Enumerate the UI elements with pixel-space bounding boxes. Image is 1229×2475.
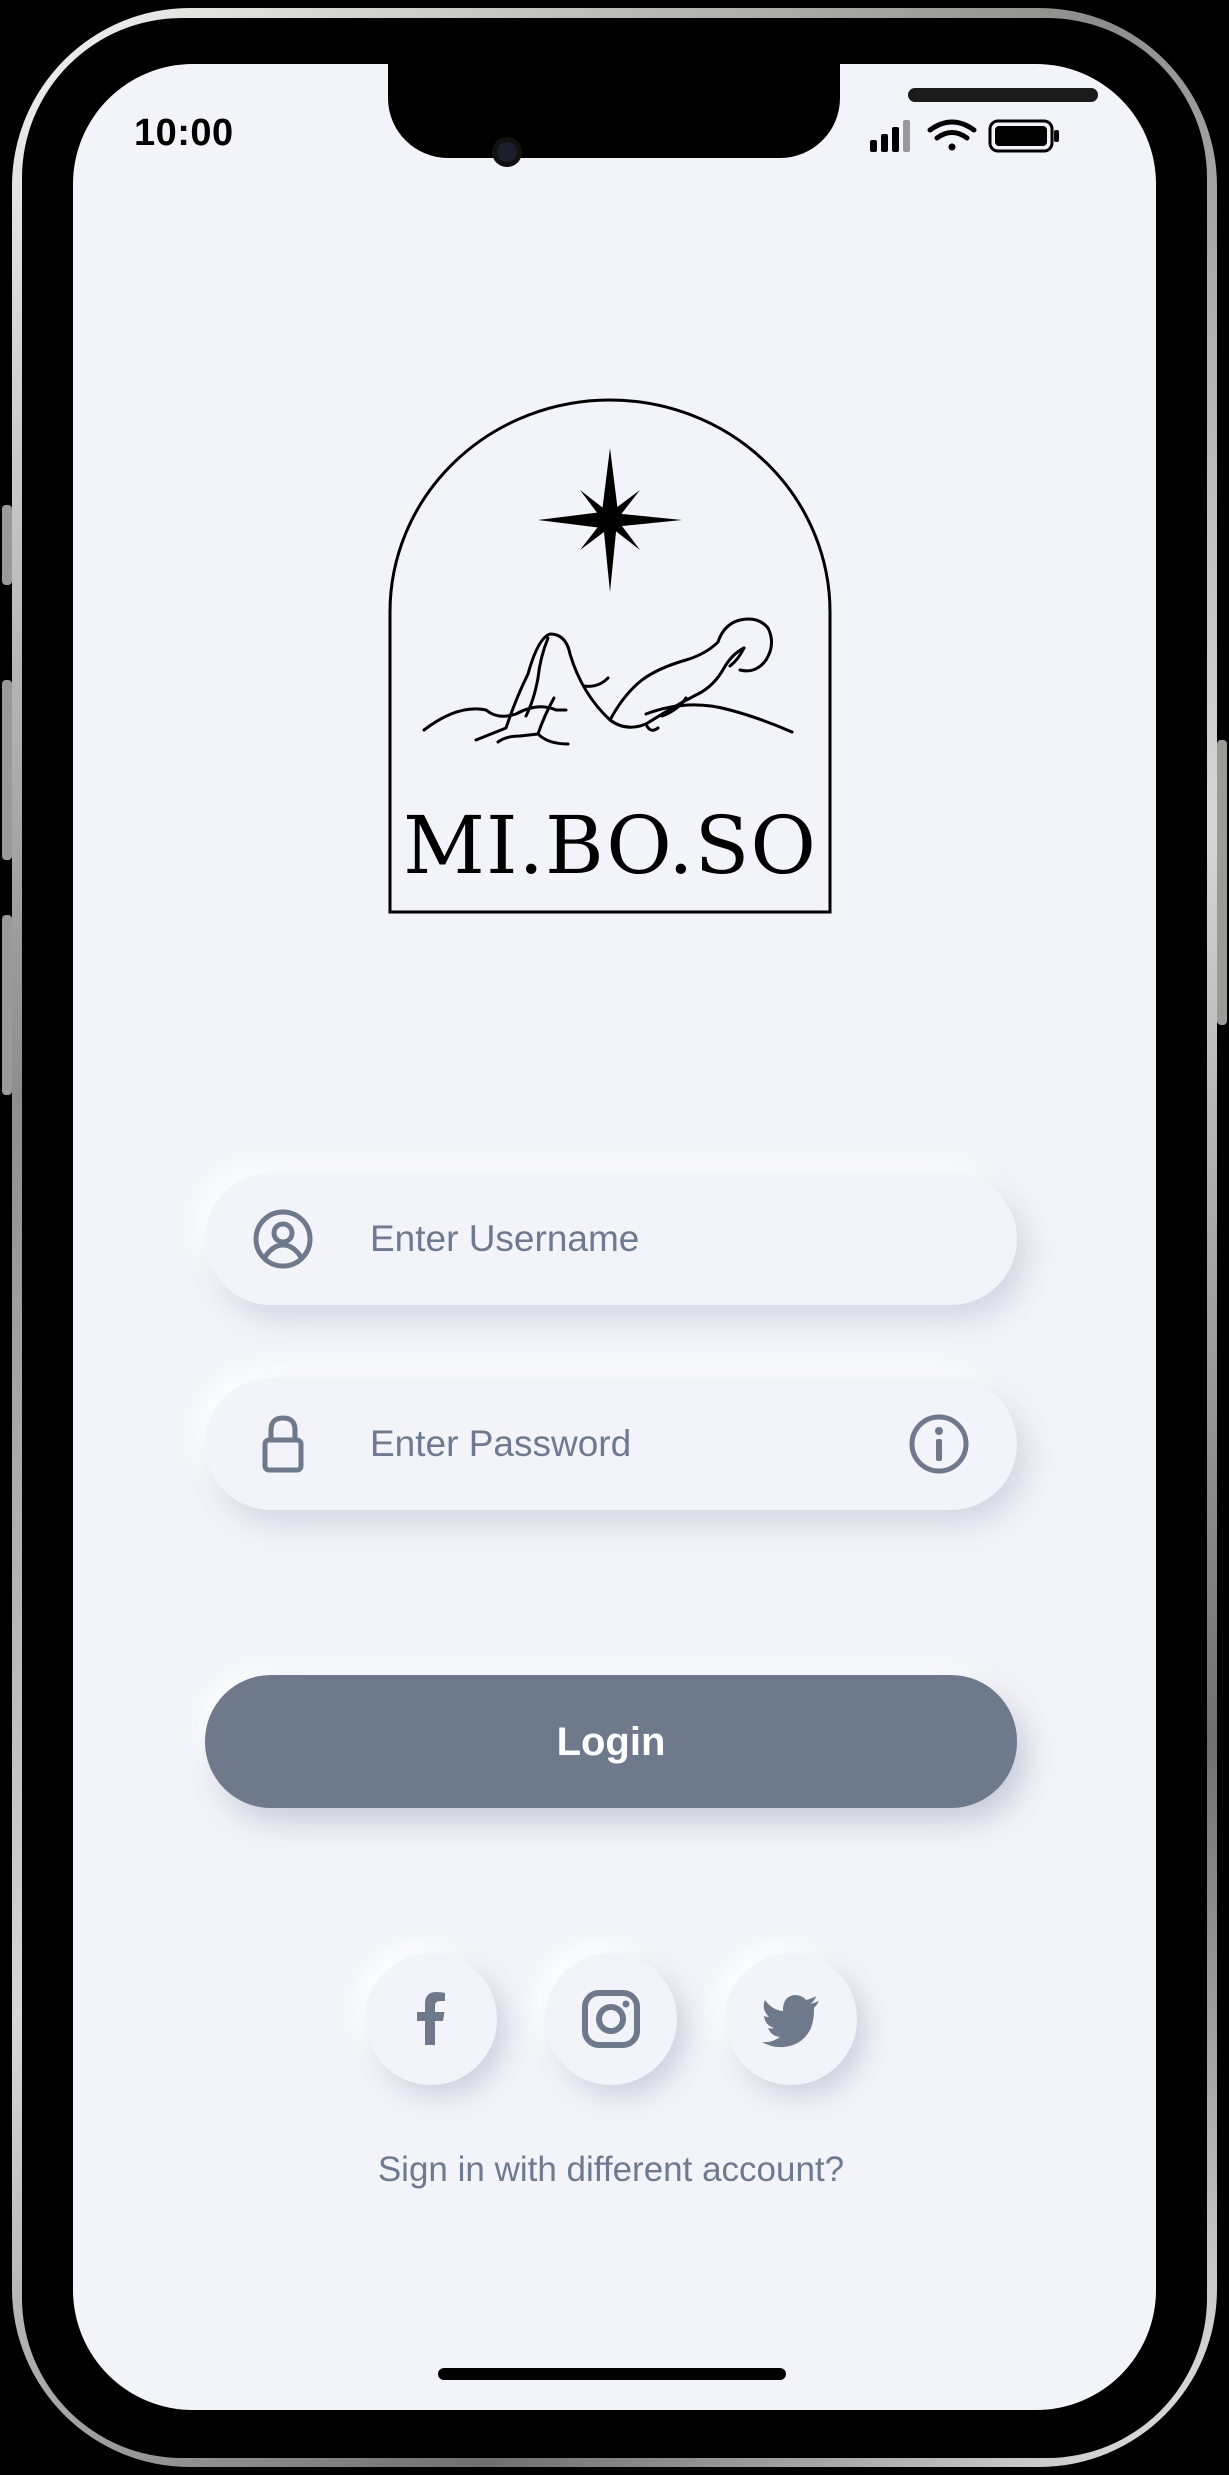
speaker	[908, 88, 1098, 102]
different-account-link[interactable]: Sign in with different account?	[205, 2150, 1017, 2190]
twitter-icon	[762, 1995, 819, 2048]
camera	[497, 142, 517, 162]
side-button	[1217, 740, 1227, 1025]
brand-name: MI.BO.SO	[403, 799, 817, 892]
home-indicator	[438, 2368, 786, 2380]
wifi-icon	[927, 119, 977, 151]
instagram-icon	[582, 1990, 640, 2048]
password-input[interactable]	[370, 1414, 890, 1474]
status-time: 10:00	[134, 112, 234, 154]
username-input[interactable]	[370, 1209, 890, 1269]
username-field[interactable]	[205, 1173, 1017, 1305]
signal-icon	[870, 120, 910, 152]
status-icons	[870, 119, 1059, 153]
star-icon	[538, 448, 682, 592]
user-icon	[253, 1209, 313, 1269]
side-button	[2, 505, 12, 585]
lock-icon	[262, 1415, 304, 1473]
facebook-icon	[417, 1992, 445, 2045]
instagram-button[interactable]	[545, 1953, 677, 2085]
facebook-button[interactable]	[365, 1953, 497, 2085]
reclining-figure-drawing	[422, 617, 794, 746]
twitter-button[interactable]	[725, 1953, 857, 2085]
info-icon[interactable]	[907, 1412, 971, 1476]
side-button	[2, 915, 12, 1095]
side-button	[2, 680, 12, 860]
login-button[interactable]: Login	[205, 1675, 1017, 1808]
notch	[388, 64, 1098, 158]
password-field[interactable]	[205, 1378, 1017, 1510]
battery-icon	[988, 119, 1059, 153]
